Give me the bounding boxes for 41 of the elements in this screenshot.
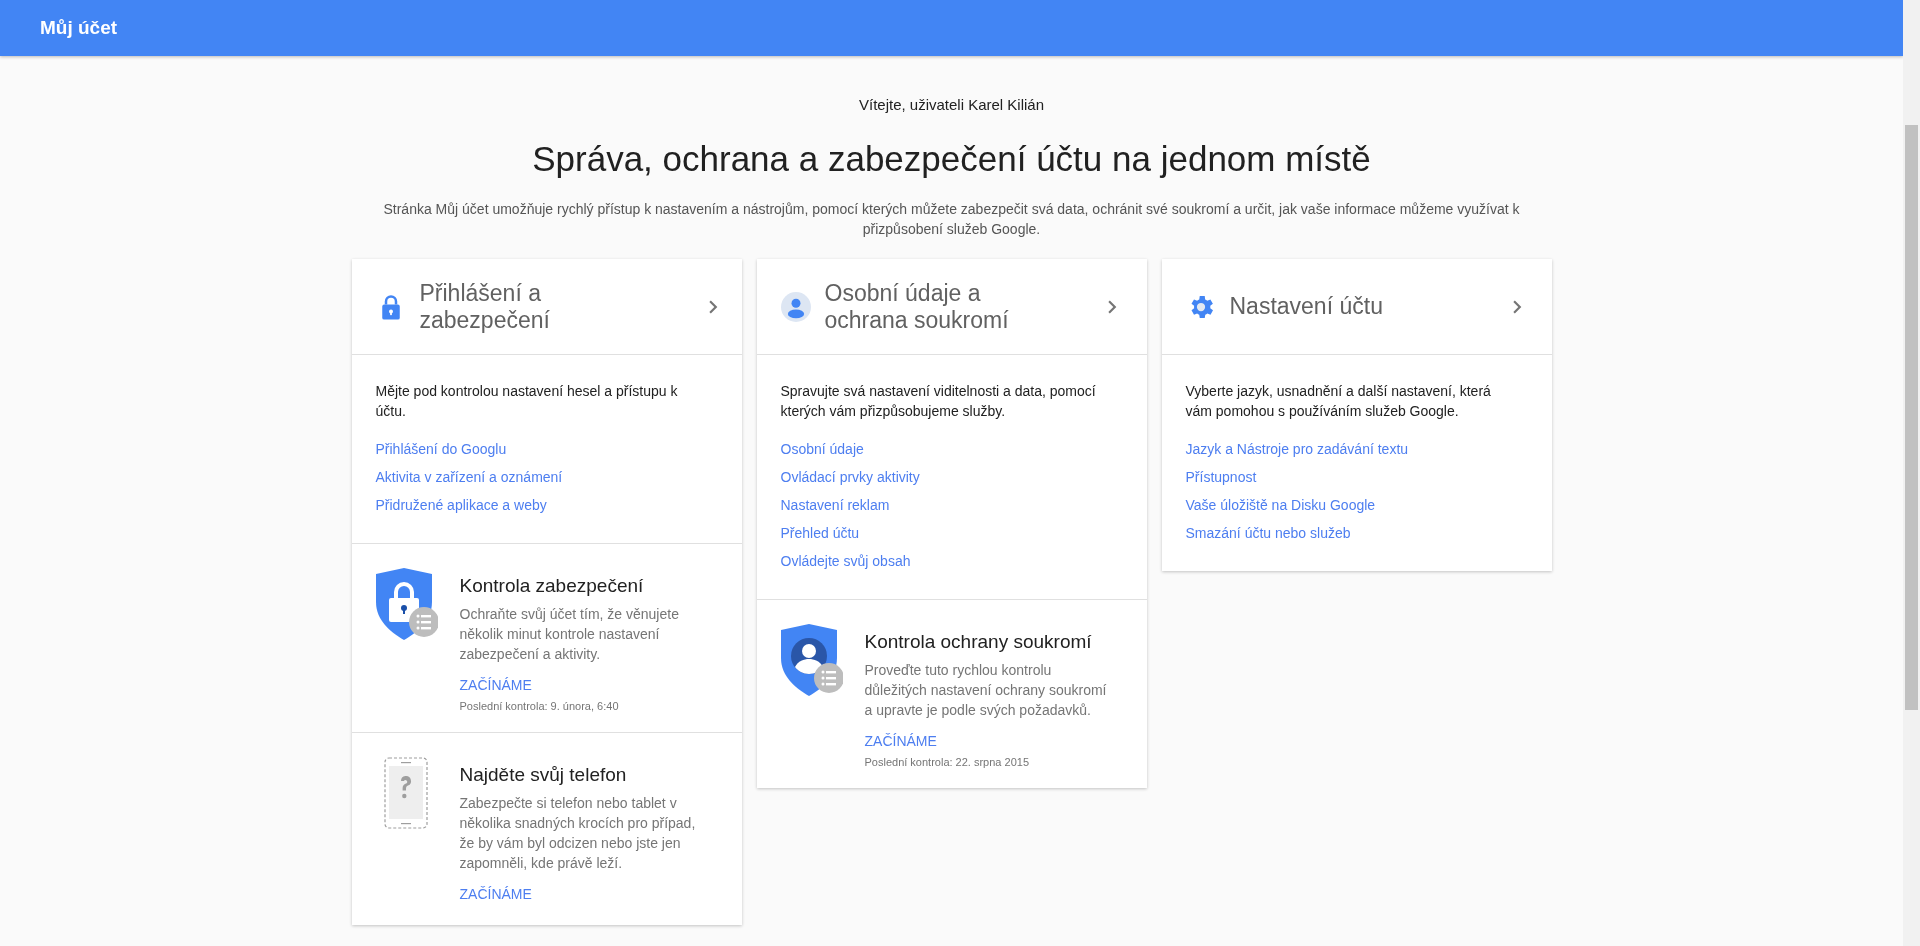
feature-title: Kontrola ochrany soukromí bbox=[864, 630, 1092, 654]
card-link[interactable]: Vaše úložiště na Disku Google bbox=[1185, 491, 1376, 519]
card-header[interactable]: Nastavení účtu bbox=[1161, 259, 1552, 355]
card-link[interactable]: Osobní údaje bbox=[780, 435, 864, 463]
card-title: Nastavení účtu bbox=[1229, 293, 1384, 320]
scrollbar[interactable] bbox=[1903, 0, 1920, 946]
person-icon bbox=[780, 291, 811, 322]
page-headline: Správa, ochrana a zabezpečení účtu na jednom místě bbox=[532, 139, 1371, 179]
card-header[interactable]: Osobní údaje a ochrana soukromí bbox=[756, 259, 1147, 355]
card-description: Vyberte jazyk, usnadnění a další nastavení, která vám pomohou s používáním služeb Google. bbox=[1185, 382, 1492, 421]
app-title: Můj účet bbox=[40, 17, 118, 39]
card-link[interactable]: Jazyk a Nástroje pro zadávání textu bbox=[1185, 435, 1409, 463]
card-header[interactable]: Přihlášení a zabezpečení bbox=[351, 259, 742, 355]
feature-title: Kontrola zabezpečení bbox=[459, 574, 644, 598]
last-check-text: Poslední kontrola: 9. února, 6:40 bbox=[459, 700, 619, 712]
scrollbar-thumb[interactable] bbox=[1905, 125, 1918, 710]
card-link[interactable]: Přístupnost bbox=[1185, 463, 1257, 491]
get-started-link[interactable]: ZAČÍNÁME bbox=[864, 730, 937, 752]
intro-text: Stránka Můj účet umožňuje rychlý přístup k nastavením a nástrojům, pomocí kterých můžete zabezpečit svá data, ochránit své soukromí a určit, jak vaše informace můžeme využívat k přizpůsobení služeb Google. bbox=[382, 200, 1521, 239]
card-link[interactable]: Ovládací prvky aktivity bbox=[780, 463, 920, 491]
shield-lock-drawing bbox=[373, 568, 438, 640]
card-link[interactable]: Smazání účtu nebo služeb bbox=[1185, 519, 1351, 547]
card-link[interactable]: Přehled účtu bbox=[780, 519, 860, 547]
get-started-link[interactable]: ZAČÍNÁME bbox=[459, 883, 532, 905]
get-started-link[interactable]: ZAČÍNÁME bbox=[459, 674, 532, 696]
card-title: Přihlášení a zabezpečení bbox=[419, 279, 551, 334]
feature-description: Zabezpečte si telefon nebo tablet v několika snadných krocích pro případ, že by vám byl odcizen nebo jste jen zapomněli, kde právě leží. bbox=[459, 794, 697, 873]
card-description: Spravujte svá nastavení viditelnosti a data, pomocí kterých vám přizpůsobujeme služby. bbox=[780, 382, 1097, 421]
card-link[interactable]: Přidružené aplikace a weby bbox=[375, 491, 547, 519]
last-check-text: Poslední kontrola: 22. srpna 2015 bbox=[864, 756, 1029, 768]
card-link[interactable]: Aktivita v zařízení a oznámení bbox=[375, 463, 563, 491]
card-link[interactable]: Přihlášení do Googlu bbox=[375, 435, 507, 463]
card-link[interactable]: Ovládejte svůj obsah bbox=[780, 547, 911, 575]
feature-title: Najděte svůj telefon bbox=[459, 763, 627, 787]
card-link[interactable]: Nastavení reklam bbox=[780, 491, 890, 519]
card-description: Mějte pod kontrolou nastavení hesel a přístupu k účtu. bbox=[375, 382, 679, 421]
feature-description: Proveďte tuto rychlou kontrolu důležitých nastavení ochrany soukromí a upravte je podle svých požadavků. bbox=[864, 661, 1108, 720]
shield-person-drawing bbox=[778, 624, 843, 696]
card-title: Osobní údaje a ochrana soukromí bbox=[824, 279, 1010, 334]
welcome-text: Vítejte, uživateli Karel Kilián bbox=[858, 96, 1045, 113]
feature-description: Ochraňte svůj účet tím, že věnujete několik minut kontrole nastavení zabezpečení a aktivity. bbox=[459, 605, 680, 664]
